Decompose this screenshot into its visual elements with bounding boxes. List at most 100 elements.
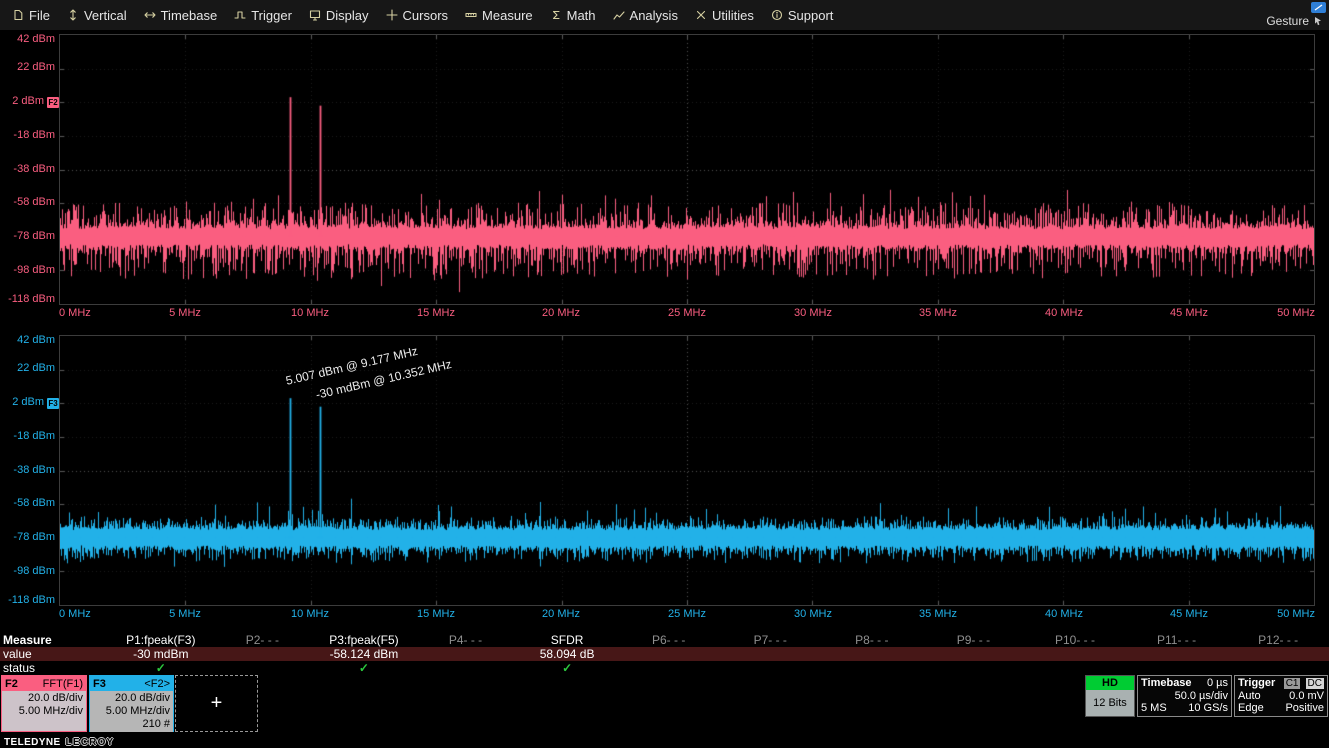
trigger-level: 0.0 mV (1289, 690, 1324, 703)
measure-status-5: ✓ (516, 661, 618, 675)
timebase-icon (144, 9, 156, 21)
fft-trace-f2[interactable] (60, 35, 1314, 304)
measure-col-header-6[interactable]: P6- - - (618, 633, 720, 647)
gesture-icon (1313, 16, 1323, 26)
timebase-label: Timebase (1141, 677, 1192, 690)
trace-settings: 20.0 dB/div 5.00 MHz/div 210 # (90, 691, 173, 732)
y-axis-label: -18 dBm (0, 430, 55, 443)
measure-status-1: ✓ (110, 661, 212, 675)
measure-col-header-1[interactable]: P1:fpeak(F3) (110, 633, 212, 647)
x-axis-label: 30 MHz (778, 608, 848, 621)
brand-lecroy: LECROY (66, 737, 115, 748)
value-row-label: value (0, 647, 110, 661)
trace-level-indicator-f2[interactable]: F2 (47, 97, 59, 108)
x-axis-label: 5 MHz (150, 307, 220, 320)
sample-count: 5 MS (1141, 702, 1167, 715)
trace-level-indicator-f3[interactable]: F3 (47, 398, 59, 409)
menu-item-analysis[interactable]: Analysis (605, 4, 687, 27)
x-axis-label: 50 MHz (1245, 307, 1315, 320)
measure-col-header-9[interactable]: P9- - - (923, 633, 1025, 647)
measure-col-header-10[interactable]: P10- - - (1024, 633, 1126, 647)
hd-mode-box[interactable]: HD 12 Bits (1085, 675, 1135, 717)
vertical-scale: 20.0 dB/div (93, 692, 170, 705)
horizontal-scale: 5.00 MHz/div (93, 705, 170, 718)
menu-item-measure[interactable]: Measure (457, 4, 542, 27)
menu-item-label: Analysis (630, 8, 678, 23)
x-axis-label: 50 MHz (1245, 608, 1315, 621)
trace-descriptor-f2[interactable]: F2 FFT(F1) 20.0 dB/div 5.00 MHz/div (1, 675, 87, 732)
menu-item-label: Measure (482, 8, 533, 23)
trigger-source-badge[interactable]: C1 (1284, 678, 1301, 689)
trigger-mode: Auto (1238, 690, 1261, 703)
measure-col-header-2[interactable]: P2- - - (212, 633, 314, 647)
measure-col-header-7[interactable]: P7- - - (719, 633, 821, 647)
y-axis-label: -18 dBm (0, 129, 55, 142)
horizontal-scale: 5.00 MHz/div (5, 705, 83, 718)
descriptor-header: F2 FFT(F1) (2, 676, 86, 691)
menu-item-label: Math (567, 8, 596, 23)
measure-row-label: Measure (0, 633, 110, 647)
gesture-control[interactable]: Gesture (1266, 14, 1323, 28)
measure-col-header-12[interactable]: P12- - - (1227, 633, 1329, 647)
measure-header-row: Measure P1:fpeak(F3)P2- - -P3:fpeak(F5)P… (0, 632, 1329, 647)
menu-item-cursors[interactable]: Cursors (378, 4, 458, 27)
spectrum-grid-f3[interactable]: 5.007 dBm @ 9.177 MHz -30 mdBm @ 10.352 … (59, 335, 1315, 606)
timebase-scale: 50.0 µs/div (1175, 690, 1228, 703)
x-axis-label: 25 MHz (652, 307, 722, 320)
menu-item-label: Vertical (84, 8, 127, 23)
display-icon (309, 9, 321, 21)
measure-status-row: status ✓ ✓ ✓ (0, 661, 1329, 675)
support-icon (771, 9, 783, 21)
descriptor-header: F3 <F2> (90, 676, 173, 691)
stylus-icon[interactable] (1311, 2, 1326, 13)
measure-value-1: -30 mdBm (110, 647, 212, 661)
measure-col-header-3[interactable]: P3:fpeak(F5) (313, 633, 415, 647)
measure-col-header-11[interactable]: P11- - - (1126, 633, 1228, 647)
menu-item-math[interactable]: Math (542, 4, 605, 27)
vertical-scale: 20.0 dB/div (5, 692, 83, 705)
y-axis-label: -118 dBm (0, 594, 55, 607)
timebase-descriptor[interactable]: Timebase 0 µs 50.0 µs/div 5 MS 10 GS/s (1137, 675, 1232, 717)
x-axis-label: 0 MHz (59, 307, 91, 320)
add-trace-button[interactable]: + (175, 675, 258, 732)
y-axis-label: -98 dBm (0, 264, 55, 277)
menu-item-utilities[interactable]: Utilities (687, 4, 763, 27)
trigger-descriptor[interactable]: Trigger C1 DC Auto 0.0 mV Edge Positive (1234, 675, 1328, 717)
y-axis-label: -118 dBm (0, 293, 55, 306)
x-axis-label: 10 MHz (275, 608, 345, 621)
menu-item-label: File (29, 8, 50, 23)
menu-item-support[interactable]: Support (763, 4, 843, 27)
spectrum-grid-f2[interactable] (59, 34, 1315, 305)
trigger-label: Trigger (1238, 677, 1275, 690)
measure-icon (465, 9, 477, 21)
menu-item-display[interactable]: Display (301, 4, 378, 27)
trigger-coupling-badge[interactable]: DC (1306, 678, 1324, 689)
pen-glyph (1314, 4, 1323, 11)
fft-trace-f3[interactable] (60, 336, 1314, 605)
measure-col-header-8[interactable]: P8- - - (821, 633, 923, 647)
trace-descriptor-f3[interactable]: F3 <F2> 20.0 dB/div 5.00 MHz/div 210 # (89, 675, 174, 732)
y-axis-label: -58 dBm (0, 497, 55, 510)
measure-col-header-5[interactable]: SFDR (516, 633, 618, 647)
y-axis-label: -78 dBm (0, 531, 55, 544)
menu-item-label: Utilities (712, 8, 754, 23)
measure-status-3: ✓ (313, 661, 415, 675)
menu-item-label: Display (326, 8, 369, 23)
menu-item-file[interactable]: File (4, 4, 59, 27)
y-axis-label: -58 dBm (0, 196, 55, 209)
menu-item-vertical[interactable]: Vertical (59, 4, 136, 27)
measure-col-header-4[interactable]: P4- - - (415, 633, 517, 647)
menu-item-label: Support (788, 8, 834, 23)
menu-item-trigger[interactable]: Trigger (226, 4, 301, 27)
brand-teledyne: TELEDYNE (4, 737, 61, 748)
trigger-icon (234, 9, 246, 21)
math-icon (550, 9, 562, 21)
x-axis-label: 15 MHz (401, 307, 471, 320)
x-axis-label: 30 MHz (778, 307, 848, 320)
measure-value-3: -58.124 dBm (313, 647, 415, 661)
trace-settings: 20.0 dB/div 5.00 MHz/div (2, 691, 86, 731)
menu-item-timebase[interactable]: Timebase (136, 4, 227, 27)
y-axis-label: 2 dBm (0, 396, 44, 409)
status-row-label: status (0, 661, 110, 675)
sweep-count: 210 # (93, 718, 170, 731)
